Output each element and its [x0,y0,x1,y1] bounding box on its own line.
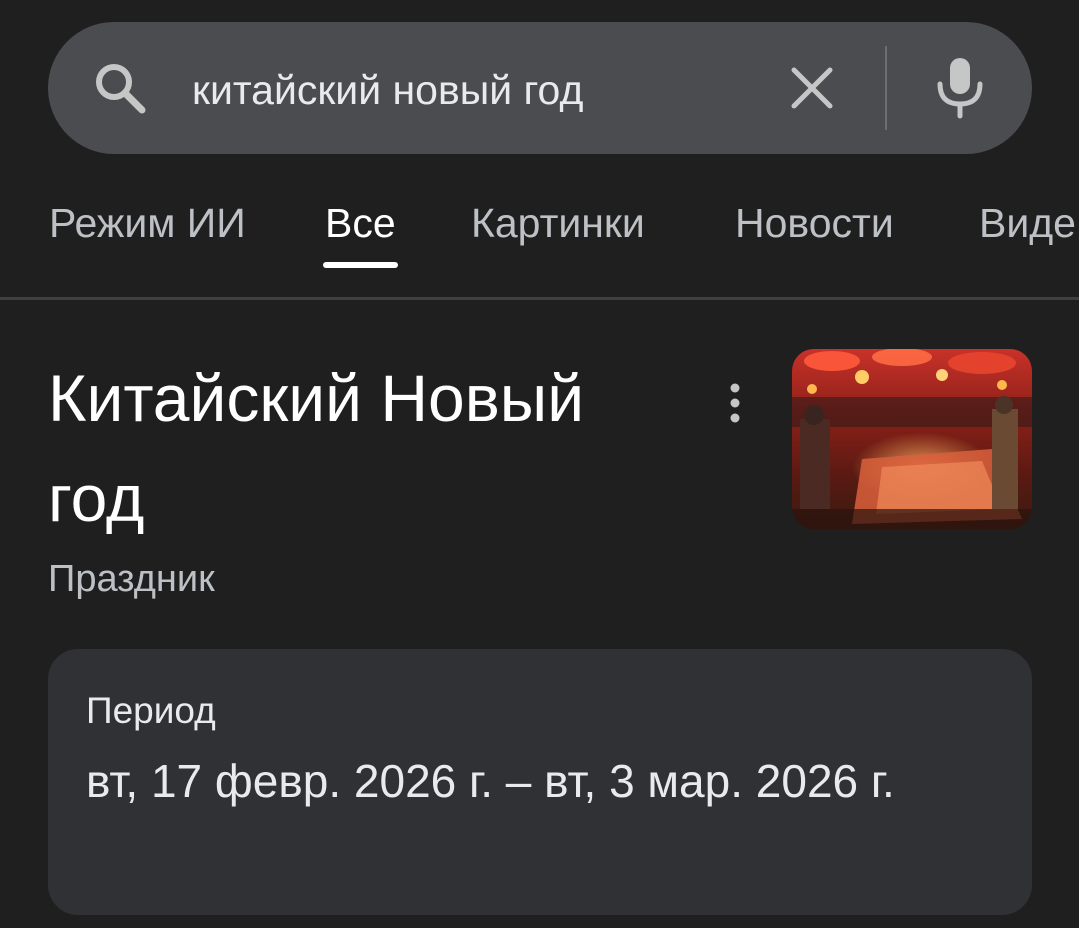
more-vert-icon[interactable] [722,380,748,426]
period-label: Период [86,690,216,731]
period-value: вт, 17 февр. 2026 г. – вт, 3 мар. 2026 г… [86,755,895,807]
close-icon[interactable] [784,60,840,116]
page-title: Китайский Новый год [48,361,585,535]
entity-type-label: Праздник [48,558,215,600]
tab-images[interactable]: Картинки [471,200,645,247]
mic-icon[interactable] [930,54,990,120]
search-results-page: Режим ИИ Все Картинки Новости Виде Китай… [0,0,1079,928]
search-input[interactable] [192,60,752,120]
festival-market-photo[interactable] [792,349,1032,529]
tab-news[interactable]: Новости [735,200,894,247]
tab-videos[interactable]: Виде [979,200,1076,247]
search-icon[interactable] [90,58,150,118]
tab-all[interactable]: Все [325,200,396,247]
active-tab-indicator [323,262,398,268]
tabs-divider [0,297,1079,300]
tab-ai-mode[interactable]: Режим ИИ [49,200,246,247]
festival-market-photo-art [792,349,1032,529]
search-bar-divider [885,46,887,130]
